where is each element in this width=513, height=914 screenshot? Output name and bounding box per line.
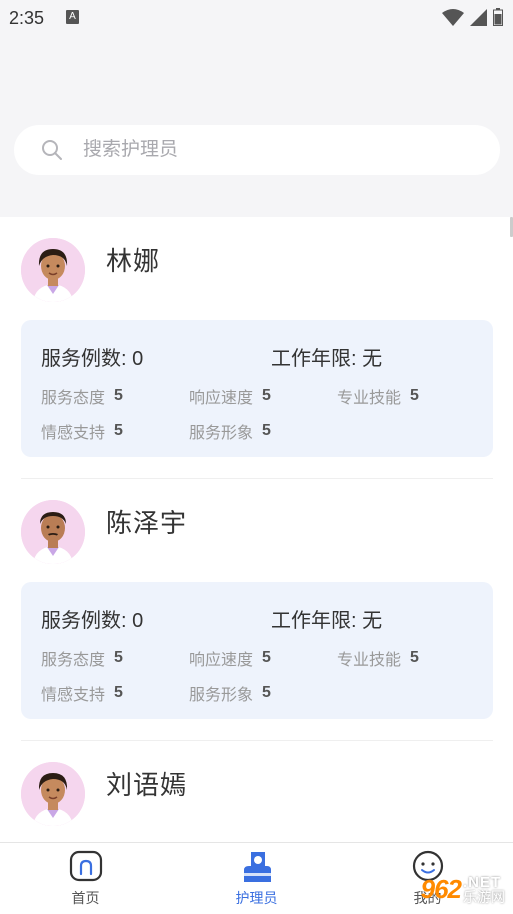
work-years-value: 无 xyxy=(362,348,383,370)
battery-icon xyxy=(493,8,503,26)
rating-value: 5 xyxy=(410,387,419,404)
rating-value: 5 xyxy=(114,387,123,404)
rating-label: 响应速度 xyxy=(189,652,254,669)
work-years: 工作年限: 无 xyxy=(271,604,382,633)
rating-attitude: 服务态度 5 xyxy=(41,646,123,670)
rating-label: 服务态度 xyxy=(41,652,106,669)
rating-label: 服务形象 xyxy=(189,425,254,442)
work-years-label: 工作年限: xyxy=(271,348,357,370)
search-input[interactable] xyxy=(83,137,463,163)
caregiver-list[interactable]: 林娜 服务例数: 0 工作年限: 无 服务态度 5 响应速度 5 专业技能 5 xyxy=(0,217,513,842)
status-icons xyxy=(442,8,503,26)
rating-value: 5 xyxy=(114,684,123,701)
search-icon xyxy=(42,140,62,160)
rating-label: 专业技能 xyxy=(337,652,402,669)
caregiver-name: 陈泽宇 xyxy=(106,508,188,538)
rating-label: 情感支持 xyxy=(41,687,106,704)
service-count-value: 0 xyxy=(132,348,144,370)
site-watermark: 962 .NET 乐游网 xyxy=(421,874,505,905)
rating-image: 服务形象 5 xyxy=(189,419,271,443)
rating-label: 响应速度 xyxy=(189,390,254,407)
status-time: 2:35 xyxy=(9,8,45,28)
rating-value: 5 xyxy=(262,387,271,404)
rating-value: 5 xyxy=(262,422,271,439)
caregiver-name: 林娜 xyxy=(106,246,161,276)
signal-icon xyxy=(470,8,487,26)
rating-support: 情感支持 5 xyxy=(41,419,123,443)
rating-label: 服务形象 xyxy=(189,687,254,704)
search-bar[interactable] xyxy=(14,125,500,175)
rating-support: 情感支持 5 xyxy=(41,681,123,705)
nav-home[interactable]: 首页 xyxy=(0,843,171,914)
rating-label: 情感支持 xyxy=(41,425,106,442)
status-bar: 2:35 A xyxy=(0,0,513,36)
service-count: 服务例数: 0 xyxy=(41,342,143,371)
rating-image: 服务形象 5 xyxy=(189,681,271,705)
rating-skill: 专业技能 5 xyxy=(337,646,419,670)
stats-panel: 服务例数: 0 工作年限: 无 服务态度 5 响应速度 5 专业技能 5 情感支… xyxy=(21,582,493,719)
watermark-net: .NET xyxy=(463,874,502,891)
nav-home-label: 首页 xyxy=(71,890,100,906)
male-caregiver-avatar xyxy=(21,500,85,564)
service-count-label: 服务例数: xyxy=(41,610,127,632)
rating-response: 响应速度 5 xyxy=(189,646,271,670)
service-count-value: 0 xyxy=(132,610,144,632)
work-years: 工作年限: 无 xyxy=(271,342,382,371)
rating-value: 5 xyxy=(114,422,123,439)
caregiver-name: 刘语嫣 xyxy=(106,770,188,800)
caregiver-icon xyxy=(243,852,271,882)
rating-skill: 专业技能 5 xyxy=(337,384,419,408)
caregiver-card[interactable]: 陈泽宇 服务例数: 0 工作年限: 无 服务态度 5 响应速度 5 专业技能 5 xyxy=(0,479,513,741)
female-caregiver-avatar xyxy=(21,762,85,826)
home-icon xyxy=(69,850,102,882)
watermark-cn: 乐游网 xyxy=(463,889,505,905)
wifi-icon xyxy=(442,8,464,26)
caregiver-card[interactable]: 林娜 服务例数: 0 工作年限: 无 服务态度 5 响应速度 5 专业技能 5 xyxy=(0,217,513,479)
rating-value: 5 xyxy=(262,649,271,666)
work-years-label: 工作年限: xyxy=(271,610,357,632)
stats-panel: 服务例数: 0 工作年限: 无 服务态度 5 响应速度 5 专业技能 5 情感支… xyxy=(21,320,493,457)
nav-caregivers-label: 护理员 xyxy=(235,890,278,906)
rating-value: 5 xyxy=(410,649,419,666)
rating-attitude: 服务态度 5 xyxy=(41,384,123,408)
notification-a-icon: A xyxy=(66,10,79,24)
watermark-number: 962 xyxy=(420,874,462,904)
caregiver-card[interactable]: 刘语嫣 xyxy=(0,741,513,842)
service-count: 服务例数: 0 xyxy=(41,604,143,633)
rating-label: 服务态度 xyxy=(41,390,106,407)
rating-response: 响应速度 5 xyxy=(189,384,271,408)
work-years-value: 无 xyxy=(362,610,383,632)
rating-value: 5 xyxy=(114,649,123,666)
nav-caregivers[interactable]: 护理员 xyxy=(171,843,342,914)
service-count-label: 服务例数: xyxy=(41,348,127,370)
rating-value: 5 xyxy=(262,684,271,701)
female-caregiver-avatar xyxy=(21,238,85,302)
rating-label: 专业技能 xyxy=(337,390,402,407)
